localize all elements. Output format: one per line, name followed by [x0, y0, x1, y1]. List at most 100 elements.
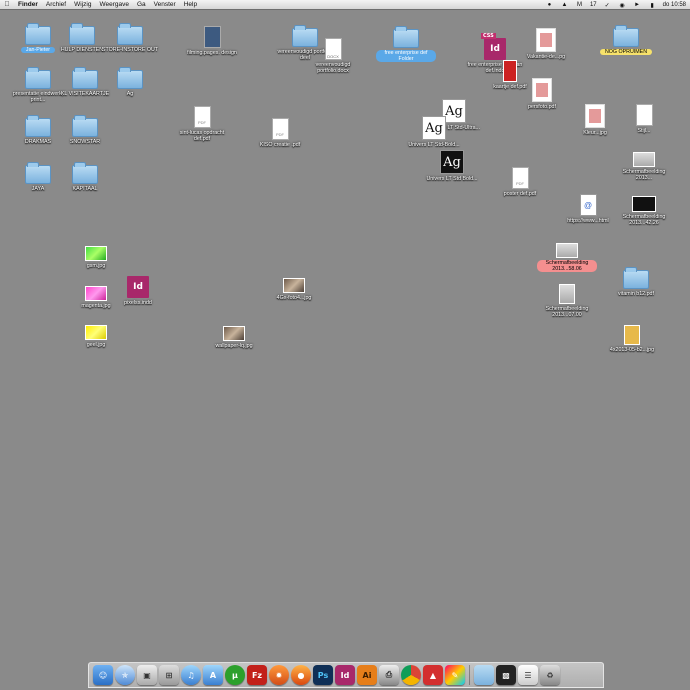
calculator-icon[interactable]: ⊞ — [159, 665, 179, 685]
folder-free-enterprise[interactable]: free enterprise def Folder — [376, 26, 436, 62]
mail-status-icon[interactable]: M — [575, 2, 584, 9]
clock[interactable]: do 10:58 — [663, 2, 686, 8]
file-label: magenta.jpg — [81, 303, 111, 309]
wifi-icon[interactable]: ◉ — [618, 2, 627, 9]
itunes-icon[interactable]: ♫ — [181, 665, 201, 685]
file-screenshot-black[interactable]: Schermafbeelding 2013...42.26 — [614, 196, 674, 226]
image-thumbnail — [536, 28, 556, 52]
printer-icon[interactable]: ⎙ — [379, 665, 399, 685]
mail-count: 17 — [589, 2, 597, 8]
firefox-icon[interactable]: ● — [291, 665, 311, 685]
file-ofp-jpg[interactable]: 4x2013-05-b2...jpg — [602, 325, 662, 353]
dock: ☺ ✯ ▣ ⊞ ♫ A µ Fz ✹ ● Ps Id Ai ⎙ ▲ ✎ ▩ ☰ … — [88, 662, 604, 688]
image-thumbnail — [559, 284, 575, 304]
photoshop-icon[interactable]: Ps — [313, 665, 333, 685]
file-wallpaper-jpg[interactable]: wallpaper-lq.jpg — [204, 326, 264, 349]
apple-menu-icon[interactable]:  — [0, 1, 14, 8]
file-magenta[interactable]: magenta.jpg — [66, 286, 126, 309]
menu-ga[interactable]: Ga — [133, 1, 150, 8]
file-label: Kleur...jpg — [583, 130, 607, 136]
menu-weergave[interactable]: Weergave — [95, 1, 133, 8]
file-screenshot-3[interactable]: Schermafbeelding 2013...07.00 — [537, 284, 597, 318]
bluetooth-icon[interactable]: ✓ — [603, 2, 612, 9]
file-label: Univers LT Std Bold... — [426, 176, 478, 182]
image-thumbnail — [632, 196, 656, 212]
folder-icon — [72, 115, 98, 137]
image-thumbnail — [283, 278, 305, 293]
file-poster-pdf[interactable]: poster def.pdf — [490, 167, 550, 197]
file-photo-jpg[interactable]: 4Gx-foto4...jpg — [264, 278, 324, 301]
image-thumbnail — [585, 104, 605, 128]
indesign-icon[interactable]: Id — [335, 665, 355, 685]
finder-icon[interactable]: ☺ — [93, 665, 113, 685]
file-persfoto[interactable]: persfoto.pdf — [512, 78, 572, 110]
folder-label: STORE-INSTORE OUT — [101, 47, 158, 53]
utorrent-icon[interactable]: µ — [225, 665, 245, 685]
menu-venster[interactable]: Venster — [150, 1, 180, 8]
font-univers-3[interactable]: Ag Univers LT Std Bold... — [422, 150, 482, 182]
menu-archief[interactable]: Archief — [42, 1, 70, 8]
folder-nog-opruimen[interactable]: NOG OPRUIMEN — [596, 25, 656, 55]
folder-label: KAPITAAL — [72, 186, 98, 192]
indesign-file-icon: CSS Id — [481, 33, 506, 60]
pdf-file-icon — [271, 118, 289, 140]
menu-bar:  Finder Archief Wijzig Weergave Ga Vens… — [0, 0, 690, 10]
folder-icon — [25, 115, 51, 137]
folder-icon — [72, 162, 98, 184]
folder-label: vitamin b12.pdf — [618, 291, 654, 297]
file-screenshot-2[interactable]: Schermafbeelding 2013...58.06 — [537, 243, 597, 272]
chrome-icon[interactable] — [401, 665, 421, 685]
file-gsm[interactable]: gsm.jpg — [66, 246, 126, 269]
folder-label: Ag — [126, 91, 134, 97]
volume-icon[interactable]: ► — [633, 2, 642, 9]
file-screenshot-1[interactable]: Schermafbeelding 2013... — [614, 152, 674, 181]
preview-icon[interactable]: ▣ — [137, 665, 157, 685]
image-thumbnail — [85, 286, 107, 301]
folder-ag[interactable]: Ag — [100, 67, 160, 97]
app-icon[interactable]: ✎ — [445, 665, 465, 685]
folder-snowstar[interactable]: SNOWSTAR — [55, 115, 115, 145]
file-portfolio-docx[interactable]: DOCX vereenvoudigd portfolio.docx — [303, 38, 363, 74]
indesign-file-icon: Id — [127, 276, 149, 298]
spotlight-icon[interactable]: ✹ — [269, 665, 289, 685]
file-label: 4Gx-foto4...jpg — [276, 295, 312, 301]
file-stijl[interactable]: Stijl... — [614, 104, 674, 134]
file-label: wallpaper-lq.jpg — [215, 343, 253, 349]
folder-store-instore[interactable]: STORE-INSTORE OUT — [100, 23, 160, 53]
file-label: https://www...html — [567, 218, 609, 224]
word-file-icon: DOCX — [324, 38, 342, 60]
acrobat-icon[interactable]: ▲ — [423, 665, 443, 685]
file-label: filming.pages. design — [187, 50, 237, 56]
file-web-link[interactable]: @ https://www...html — [558, 194, 618, 224]
menu-wijzig[interactable]: Wijzig — [70, 1, 95, 8]
font-univers-2[interactable]: Ag Univers LT Std-Bold... — [404, 116, 464, 148]
file-kiso-pdf[interactable]: KISO creatie .pdf — [250, 118, 310, 148]
file-filming-pages[interactable]: filming.pages. design — [182, 26, 242, 56]
file-sint-lucas-pdf[interactable]: sint-lucas opdracht def.pdf — [172, 106, 232, 142]
trash-icon[interactable]: ♻ — [540, 665, 560, 685]
menu-finder[interactable]: Finder — [14, 1, 42, 8]
menu-help[interactable]: Help — [180, 1, 201, 8]
file-label: Univers LT Std-Bold... — [408, 142, 460, 148]
illustrator-icon[interactable]: Ai — [357, 665, 377, 685]
file-label: sint-lucas opdracht def.pdf — [179, 130, 225, 142]
file-label: vereenvoudigd portfolio.docx — [315, 62, 351, 74]
folder-icon[interactable] — [474, 665, 494, 685]
battery-icon[interactable]: ▮ — [648, 2, 657, 9]
folder-kapitaal[interactable]: KAPITAAL — [55, 162, 115, 192]
file-vakantie[interactable]: Vakantie-de...pg — [516, 28, 576, 60]
folder-icon — [69, 23, 95, 45]
folder-label: DRAKMAS — [24, 139, 52, 145]
screen-icon[interactable]: ▩ — [496, 665, 516, 685]
pdf-file-icon — [511, 167, 529, 189]
folder-icon — [613, 25, 639, 47]
app-store-icon[interactable]: A — [203, 665, 223, 685]
safari-icon[interactable]: ✯ — [115, 665, 135, 685]
status-icon[interactable]: ▲ — [560, 2, 569, 9]
filezilla-icon[interactable]: Fz — [247, 665, 267, 685]
image-thumbnail — [85, 325, 107, 340]
status-icon[interactable]: ● — [545, 2, 554, 9]
document-stack-icon[interactable]: ☰ — [518, 665, 538, 685]
file-geel[interactable]: geel.jpg — [66, 325, 126, 348]
folder-vitamin[interactable]: vitamin b12.pdf — [606, 267, 666, 297]
